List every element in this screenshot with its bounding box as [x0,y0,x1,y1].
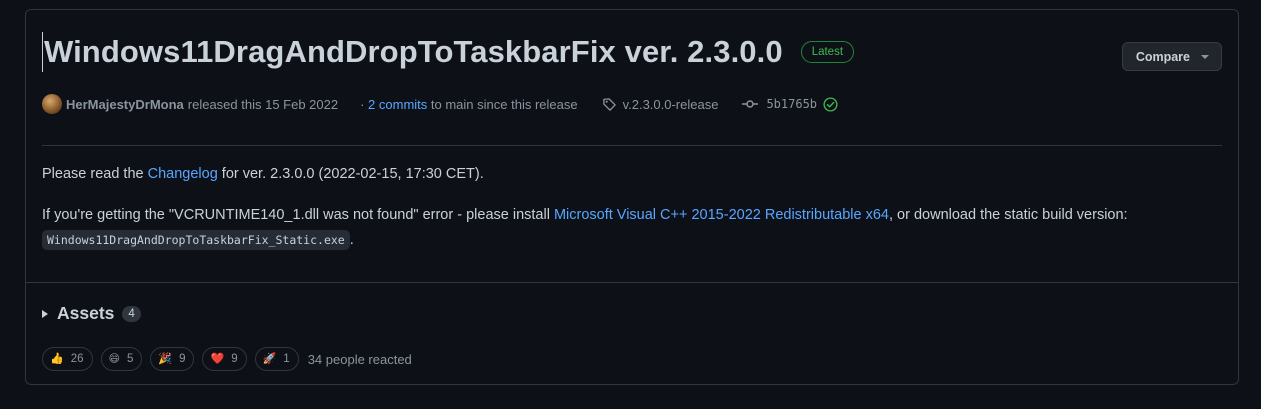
laugh-icon: 😄 [108,352,120,365]
avatar[interactable] [42,94,62,114]
compare-button[interactable]: Compare [1121,42,1222,71]
p2-text-middle: , or download the static build version: [889,207,1128,223]
reactions-summary: 34 people reacted [307,351,412,367]
reaction-count: 9 [179,353,186,365]
static-build-filename: Windows11DragAndDropToTaskbarFix_Static.… [42,230,350,250]
reaction-count: 1 [283,353,290,365]
commits-info: · 2 commits to main since this release [360,97,577,112]
header-divider [42,145,1222,146]
p2-text-before: If you're getting the "VCRUNTIME140_1.dl… [42,207,554,223]
verified-check-icon[interactable] [823,96,838,112]
reaction-heart[interactable]: ❤️ 9 [202,347,247,371]
text-cursor [42,32,43,72]
p1-text-before: Please read the [42,166,148,182]
reaction-count: 5 [126,353,134,365]
p2-text-after: . [349,232,354,248]
rocket-icon: 🚀 [262,352,277,365]
assets-divider [26,282,1238,283]
chevron-down-icon [1201,54,1209,59]
reaction-hooray[interactable]: 🎉 9 [150,347,195,371]
changelog-link[interactable]: Changelog [148,166,218,182]
reaction-thumbs-up[interactable]: 👍 26 [42,347,93,371]
release-card: Windows11DragAndDropToTaskbarFix ver. 2.… [25,9,1239,385]
reaction-laugh[interactable]: 😄 5 [100,347,143,371]
reaction-count: 26 [70,353,84,365]
release-header: Windows11DragAndDropToTaskbarFix ver. 2.… [42,32,855,72]
tag-info[interactable]: v.2.3.0.0-release [602,97,719,112]
triangle-right-icon [42,309,48,318]
commit-sha[interactable]: 5b1765b [766,97,817,111]
release-notes-paragraph-2: If you're getting the "VCRUNTIME140_1.dl… [42,203,1198,253]
heart-icon: ❤️ [210,352,225,365]
p1-text-after: for ver. 2.3.0.0 (2022-02-15, 17:30 CET)… [217,166,484,182]
release-title[interactable]: Windows11DragAndDropToTaskbarFix ver. 2.… [44,34,783,70]
hooray-icon: 🎉 [158,352,173,365]
vcredist-link[interactable]: Microsoft Visual C++ 2015-2022 Redistrib… [554,207,889,223]
reaction-rocket[interactable]: 🚀 1 [254,347,299,371]
reaction-count: 9 [231,353,238,365]
commits-link[interactable]: 2 commits [368,97,427,112]
assets-toggle[interactable]: Assets 4 [42,303,141,324]
assets-count-badge: 4 [122,305,141,322]
reactions-bar: 👍 26 😄 5 🎉 9 ❤️ 9 🚀 1 34 people reacted [42,347,412,371]
tag-icon [602,97,616,111]
tag-name[interactable]: v.2.3.0.0-release [623,97,719,112]
release-notes-paragraph-1: Please read the Changelog for ver. 2.3.0… [42,162,1198,187]
commits-separator: · [360,96,369,112]
latest-badge: Latest [800,41,855,63]
commit-info[interactable]: 5b1765b [742,96,838,112]
git-commit-icon [742,100,759,108]
commits-suffix: to main since this release [427,96,578,112]
thumbs-up-icon: 👍 [50,352,64,365]
author-link[interactable]: HerMajestyDrMona [66,97,184,112]
assets-heading: Assets [57,303,115,323]
released-date-text: released this 15 Feb 2022 [187,96,339,112]
compare-button-label: Compare [1135,49,1190,64]
release-meta: HerMajestyDrMona released this 15 Feb 20… [42,94,838,114]
